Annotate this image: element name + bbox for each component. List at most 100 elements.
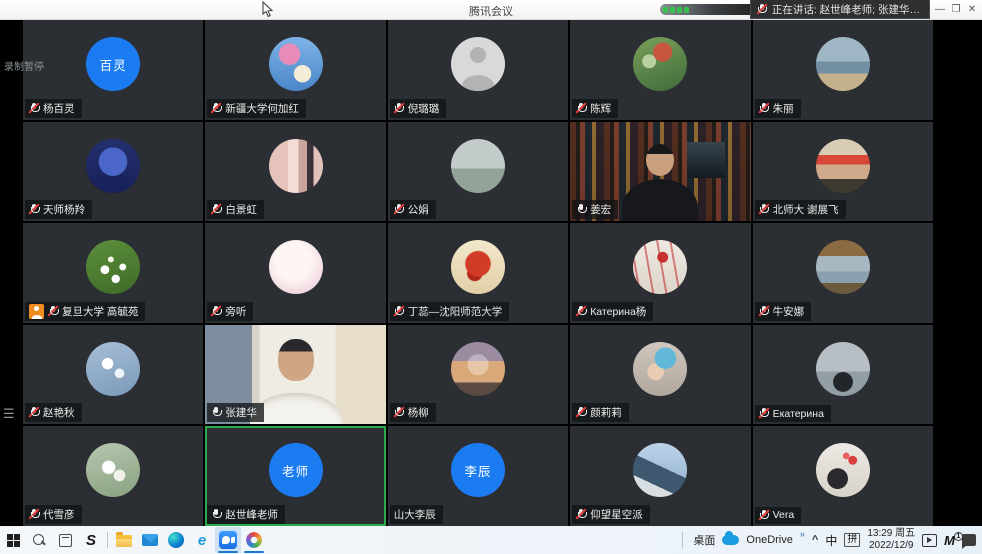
task-view-button[interactable] — [52, 527, 78, 553]
participant-tile[interactable]: 倪璐璐 — [388, 20, 568, 120]
file-explorer-button[interactable] — [111, 527, 137, 553]
participant-name: 仰望星空派 — [590, 507, 643, 522]
participant-tile[interactable]: 朱丽 — [753, 20, 933, 120]
participant-tile[interactable]: 牛安娜 — [753, 223, 933, 323]
mouse-cursor — [262, 1, 274, 18]
avatar: 老师 — [269, 443, 323, 497]
search-button[interactable] — [26, 527, 52, 553]
participant-tile[interactable]: 老师 赵世峰老师 — [205, 426, 385, 526]
name-label: 复旦大学 高毓苑 — [25, 302, 145, 321]
avatar — [816, 139, 870, 193]
participant-tile[interactable]: 白景虹 — [205, 122, 385, 222]
name-label: 仰望星空派 — [572, 505, 650, 524]
mic-icon — [211, 102, 221, 115]
participant-tile[interactable]: 丁蕊—沈阳师范大学 — [388, 223, 568, 323]
ie-button[interactable]: e — [189, 527, 215, 553]
toolbar-overflow-chevron[interactable]: » — [800, 529, 805, 539]
notification-center-icon[interactable] — [962, 534, 976, 546]
participant-tile[interactable]: 陈辉 — [570, 20, 750, 120]
speaking-banner: 正在讲话: 赵世峰老师; 张建华… — [750, 0, 930, 19]
name-label: 代雪彦 — [25, 505, 82, 524]
avatar — [269, 37, 323, 91]
mail-button[interactable] — [137, 527, 163, 553]
edge-icon — [168, 532, 184, 548]
pinwheel-app-button[interactable] — [241, 527, 267, 553]
name-label: Екатерина — [755, 405, 831, 422]
avatar — [816, 240, 870, 294]
minimize-button[interactable]: — — [932, 1, 948, 19]
desktop-toolbar-label[interactable]: 桌面 — [693, 532, 715, 548]
tray-separator — [682, 532, 683, 548]
participant-name: 白景虹 — [225, 202, 257, 217]
participant-name: 新疆大学何加红 — [225, 101, 299, 116]
mic-icon — [394, 305, 404, 318]
participant-name: Катерина杨 — [590, 304, 646, 319]
maximize-button[interactable]: ❐ — [948, 1, 964, 19]
mic-icon — [576, 102, 586, 115]
participant-tile[interactable]: 张建华 — [205, 325, 385, 425]
edge-button[interactable] — [163, 527, 189, 553]
mic-icon — [29, 203, 39, 216]
ime-mode-indicator[interactable]: 拼 — [844, 533, 860, 547]
participant-name: 陈辉 — [590, 101, 611, 116]
participant-name: 倪璐璐 — [408, 101, 440, 116]
name-label: 新疆大学何加红 — [207, 99, 306, 118]
mic-icon — [576, 203, 586, 216]
participant-name: 旁听 — [225, 304, 246, 319]
taskbar-clock[interactable]: 13:29 周五 2022/12/9 — [867, 528, 915, 553]
folder-icon — [116, 535, 132, 547]
pen-input-tray-icon[interactable]: M1 — [944, 533, 955, 548]
sogou-ime-button[interactable]: S — [78, 527, 104, 553]
participant-tile[interactable]: 仰望星空派 — [570, 426, 750, 526]
onedrive-icon[interactable] — [722, 535, 739, 545]
participant-tile[interactable]: Vera — [753, 426, 933, 526]
participant-tile[interactable]: 李辰 山大李辰 — [388, 426, 568, 526]
mic-icon — [576, 508, 586, 521]
onedrive-label[interactable]: OneDrive — [746, 534, 792, 546]
member-badge — [29, 304, 44, 319]
participant-tile[interactable]: 代雪彦 — [23, 426, 203, 526]
participant-tile[interactable]: 姜宏 — [570, 122, 750, 222]
name-label: 公娟 — [390, 200, 436, 219]
participant-tile[interactable]: Екатерина — [753, 325, 933, 425]
name-label: 姜宏 — [572, 200, 618, 219]
windows-logo-icon — [7, 534, 20, 547]
tencent-meeting-button[interactable] — [215, 527, 241, 553]
participant-tile[interactable]: 旁听 — [205, 223, 385, 323]
avatar — [86, 342, 140, 396]
member-list-icon[interactable]: ☰ — [3, 406, 15, 422]
participant-tile[interactable]: 复旦大学 高毓苑 — [23, 223, 203, 323]
participant-tile[interactable]: 天师杨羚 — [23, 122, 203, 222]
recording-status: 录制暂停 — [4, 58, 44, 73]
participant-name: 杨百灵 — [43, 101, 75, 116]
participant-tile[interactable]: 杨柳 — [388, 325, 568, 425]
taskbar-tray: 桌面 OneDrive » ^ 中 拼 13:29 周五 2022/12/9 M… — [679, 526, 982, 554]
avatar — [269, 139, 323, 193]
participant-tile[interactable]: 赵艳秋 — [23, 325, 203, 425]
video-player-tray-icon[interactable] — [922, 534, 937, 547]
avatar — [86, 443, 140, 497]
name-label: 山大李辰 — [390, 505, 443, 524]
participant-name: Vera — [773, 509, 795, 521]
hidden-icons-chevron[interactable]: ^ — [812, 534, 818, 546]
video-grid: 百灵 杨百灵 新疆大学何加红 倪璐璐 陈辉 朱 — [23, 20, 933, 526]
participant-tile[interactable]: 百灵 杨百灵 — [23, 20, 203, 120]
name-label: 杨百灵 — [25, 99, 82, 118]
close-button[interactable]: ✕ — [964, 1, 980, 19]
mic-icon — [29, 508, 39, 521]
mail-icon — [142, 534, 158, 546]
participant-tile[interactable]: 北师大 谢展飞 — [753, 122, 933, 222]
name-label: 颜莉莉 — [572, 403, 629, 422]
avatar — [633, 37, 687, 91]
participant-tile[interactable]: 公娟 — [388, 122, 568, 222]
ime-language-indicator[interactable]: 中 — [825, 532, 837, 549]
mic-icon — [29, 102, 39, 115]
mic-icon — [759, 203, 769, 216]
participant-tile[interactable]: Катерина杨 — [570, 223, 750, 323]
participant-tile[interactable]: 颜莉莉 — [570, 325, 750, 425]
avatar — [816, 342, 870, 396]
clock-time: 13:29 周五 — [867, 528, 915, 539]
start-button[interactable] — [0, 527, 26, 553]
participant-name: 山大李辰 — [394, 507, 436, 522]
participant-tile[interactable]: 新疆大学何加红 — [205, 20, 385, 120]
